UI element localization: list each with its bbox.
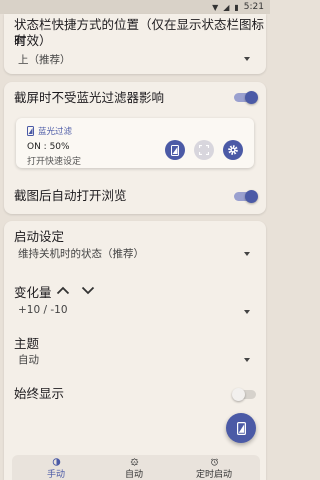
screenshot-frame-icon (199, 145, 209, 155)
alarm-icon (210, 458, 218, 466)
status-bar: ▼ ◢ ▮ 5:21 (0, 0, 270, 14)
chevron-up-icon[interactable] (56, 286, 70, 295)
always-show-toggle[interactable] (232, 387, 256, 401)
shortcut-position-card: 状态栏快捷方式的位置（仅在显示状态栏图标时 有效） 上（推荐） (4, 14, 266, 74)
shortcut-position-title-line1: 状态栏快捷方式的位置（仅在显示状态栏图标时 (14, 17, 265, 48)
auto-mode-icon: A (130, 458, 138, 466)
gear-icon (228, 145, 238, 155)
dropdown-arrow-icon (244, 310, 250, 314)
shortcut-position-dropdown[interactable]: 上（推荐） (14, 51, 254, 67)
tile-action: 打开快速设定 (27, 157, 82, 167)
settings-button[interactable] (223, 140, 243, 160)
startup-setting-value: 维持关机时的状态（推荐） (18, 248, 144, 260)
bottom-navigation: 手动 A 自动 定时启动 (12, 455, 260, 480)
nav-label-timer: 定时启动 (195, 470, 232, 480)
theme-dropdown[interactable]: 自动 (14, 352, 254, 368)
quick-filter-fab[interactable] (226, 413, 256, 443)
toggle-knob (232, 388, 245, 401)
signal-icon: ◢ (223, 2, 230, 12)
nav-item-auto[interactable]: A 自动 (104, 455, 164, 480)
phone-filter-icon (27, 126, 34, 136)
theme-title: 主题 (14, 336, 40, 351)
dropdown-arrow-icon (244, 358, 250, 362)
step-amount-title: 变化量 (14, 285, 52, 300)
phone-filter-icon (171, 144, 179, 156)
step-amount-dropdown[interactable]: +10 / -10 (14, 303, 254, 319)
brightness-icon (52, 458, 60, 466)
toggle-knob (245, 190, 258, 203)
svg-text:A: A (133, 460, 136, 464)
filter-toggle-button[interactable] (165, 140, 185, 160)
dropdown-arrow-icon (244, 252, 250, 256)
step-amount-value: +10 / -10 (18, 304, 68, 316)
screenshot-unaffected-toggle[interactable] (234, 90, 258, 104)
auto-open-browse-toggle[interactable] (234, 189, 258, 203)
theme-value: 自动 (18, 354, 39, 366)
phone-filter-icon (236, 421, 246, 435)
nav-item-manual[interactable]: 手动 (26, 455, 86, 480)
nav-label-manual: 手动 (46, 470, 65, 480)
nav-item-timer[interactable]: 定时启动 (184, 455, 244, 480)
startup-setting-dropdown[interactable]: 维持关机时的状态（推荐） (14, 246, 254, 262)
toggle-knob (245, 91, 258, 104)
startup-setting-title: 启动设定 (14, 229, 65, 244)
nav-label-auto: 自动 (124, 470, 143, 480)
chevron-down-icon[interactable] (81, 286, 95, 295)
general-settings-card: 启动设定 维持关机时的状态（推荐） 变化量 +10 / -10 主题 自动 始终… (4, 221, 266, 480)
auto-open-browse-title: 截图后自动打开浏览 (14, 188, 127, 203)
blue-light-tile-preview: 蓝光过滤 ON : 50% 打开快速设定 (16, 118, 254, 168)
screenshot-unaffected-title: 截屏时不受蓝光过滤器影响 (14, 90, 165, 105)
tile-name: 蓝光过滤 (38, 127, 73, 137)
dropdown-arrow-icon (244, 57, 250, 61)
wifi-icon: ▼ (212, 2, 219, 12)
tile-status: ON : 50% (27, 142, 70, 152)
status-time: 5:21 (243, 2, 264, 12)
screenshot-button[interactable] (194, 140, 214, 160)
shortcut-position-title-line2: 有效） (14, 33, 52, 48)
shortcut-position-value: 上（推荐） (18, 54, 71, 66)
always-show-title: 始终显示 (14, 386, 65, 401)
battery-icon: ▮ (234, 2, 239, 12)
